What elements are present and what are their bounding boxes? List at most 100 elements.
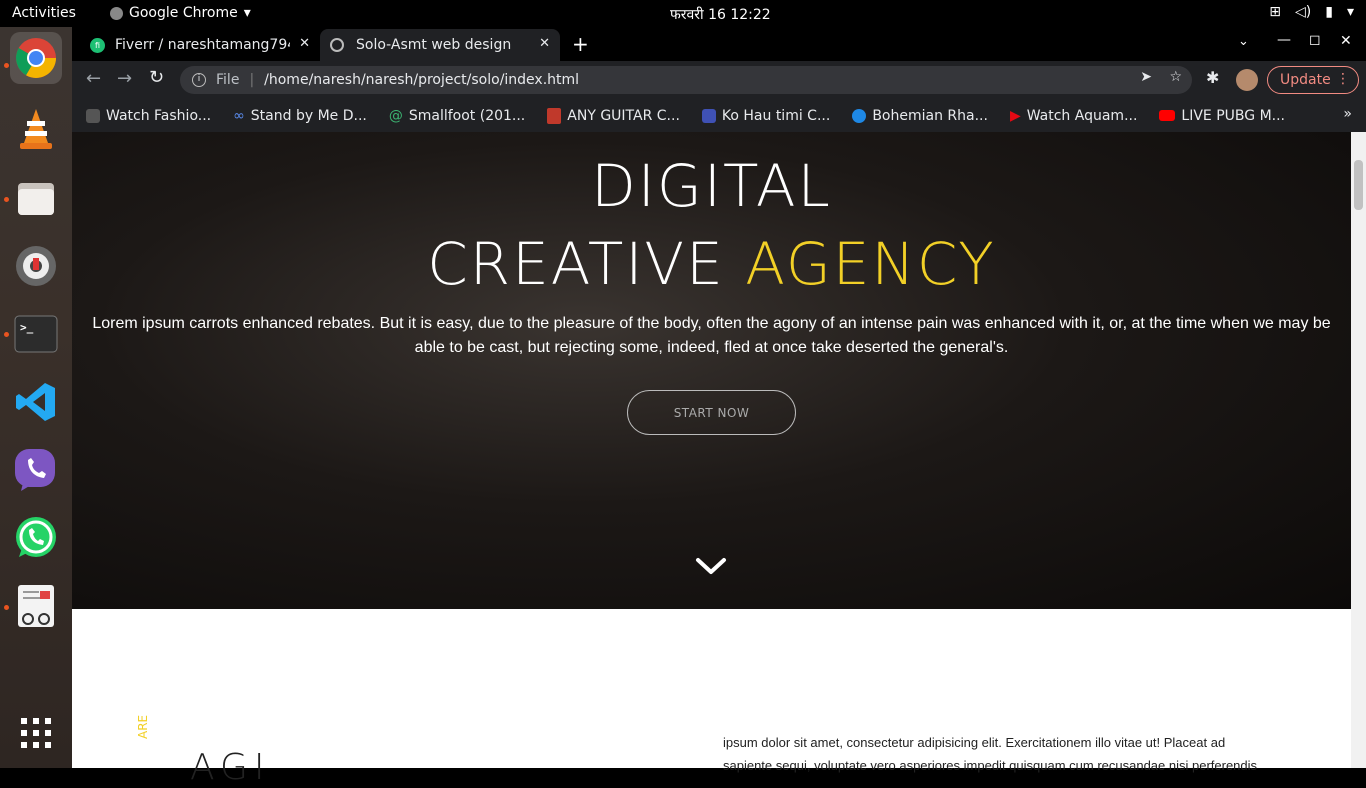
vlc-app-icon[interactable] [10, 103, 62, 155]
chrome-app-icon[interactable] [10, 32, 62, 84]
running-indicator [4, 197, 9, 202]
bookmark-item[interactable]: Ko Hau timi C... [701, 107, 831, 124]
update-button[interactable]: Update ⋮ [1267, 66, 1359, 94]
bookmark-item[interactable]: ∞ Stand by Me D... [233, 108, 367, 124]
viber-app-icon[interactable] [10, 444, 62, 496]
start-now-button[interactable]: START NOW [627, 390, 796, 435]
hero-title-agency: AGENCY [745, 230, 996, 298]
close-tab-icon[interactable]: ✕ [539, 36, 550, 51]
bookmark-favicon-icon [547, 107, 562, 124]
bookmark-item[interactable]: Watch Fashio... [86, 108, 211, 124]
about-section: ARE AGI ipsum dolor sit amet, consectetu… [72, 609, 1351, 788]
address-bar[interactable]: i File | /home/naresh/naresh/project/sol… [180, 66, 1192, 94]
running-indicator [4, 63, 9, 68]
activities-button[interactable]: Activities [12, 5, 76, 21]
send-tab-icon[interactable]: ➤ [1140, 69, 1152, 85]
caret-down-icon: ▾ [243, 5, 251, 21]
system-top-bar: Activities Google Chrome ▾ फरवरी 16 12:2… [0, 0, 1366, 27]
close-window-button[interactable]: ✕ [1340, 33, 1352, 49]
bookmarks-overflow-icon[interactable]: » [1343, 106, 1352, 122]
forward-button[interactable]: → [117, 68, 132, 89]
update-label: Update [1280, 72, 1331, 88]
bookmark-favicon-icon [852, 108, 867, 123]
clock[interactable]: फरवरी 16 12:22 [670, 5, 771, 24]
system-tray[interactable]: ⊞ ◁) ▮ ▾ [1269, 4, 1354, 20]
folder-icon [18, 183, 54, 215]
running-indicator [4, 605, 9, 610]
close-tab-icon[interactable]: ✕ [299, 36, 310, 51]
hero-section: DIGITAL CREATIVE AGENCY Lorem ipsum carr… [72, 132, 1351, 609]
document-glasses-icon [18, 585, 54, 627]
scrollbar-thumb[interactable] [1354, 160, 1363, 210]
chrome-small-icon [110, 6, 123, 20]
bookmark-label: Ko Hau timi C... [721, 107, 831, 124]
minimize-window-button[interactable]: — [1277, 32, 1291, 48]
section-vertical-label: ARE [136, 714, 150, 739]
bookmark-label: Smallfoot (201... [408, 107, 526, 124]
files-app-icon[interactable] [10, 172, 62, 224]
tab-fiverr[interactable]: fi Fiverr / nareshtamang794 ✕ [80, 29, 320, 61]
fiverr-favicon-icon: fi [90, 37, 105, 53]
bookmark-label: Watch Aquam... [1026, 107, 1138, 124]
app-menu-label: Google Chrome [129, 5, 238, 21]
network-icon: ⊞ [1269, 4, 1282, 20]
show-apps-grid-icon[interactable] [10, 707, 62, 759]
bookmark-favicon-icon [701, 108, 716, 123]
whatsapp-app-icon[interactable] [10, 512, 62, 564]
vscode-app-icon[interactable] [10, 376, 62, 428]
caret-down-icon: ▾ [1346, 4, 1354, 20]
section-paragraph: ipsum dolor sit amet, consectetur adipis… [723, 735, 1258, 773]
bookmark-item[interactable]: ANY GUITAR C... [547, 107, 680, 124]
info-icon: i [192, 73, 206, 87]
traffic-cone-icon [20, 109, 52, 149]
bookmark-item[interactable]: ▶ Watch Aquam... [1010, 108, 1137, 124]
lifebuoy-icon [16, 246, 56, 286]
app-menu[interactable]: Google Chrome ▾ [110, 5, 251, 21]
bookmark-label: Stand by Me D... [250, 107, 367, 124]
tab-title: Solo-Asmt web design [356, 37, 512, 53]
tab-search-icon[interactable]: ⌄ [1238, 34, 1249, 49]
tab-solo[interactable]: Solo-Asmt web design ✕ [320, 29, 560, 61]
bookmark-favicon-icon: @ [388, 107, 403, 124]
new-tab-button[interactable]: + [572, 32, 589, 56]
bookmark-item[interactable]: Bohemian Rha... [852, 108, 988, 124]
whatsapp-logo-icon [16, 517, 56, 557]
bookmarks-bar: Watch Fashio... ∞ Stand by Me D... @ Small… [72, 99, 1366, 132]
bookmark-label: LIVE PUBG M... [1181, 107, 1285, 124]
maximize-window-button[interactable]: ◻ [1309, 32, 1321, 48]
page-scrollbar[interactable] [1351, 132, 1366, 768]
bookmark-item[interactable]: LIVE PUBG M... [1159, 108, 1285, 124]
bookmark-favicon-icon: ∞ [233, 107, 245, 124]
running-indicator [4, 332, 9, 337]
bookmark-label: Bohemian Rha... [872, 107, 988, 124]
document-viewer-icon[interactable] [10, 580, 62, 632]
url-scheme: File [216, 72, 240, 88]
more-menu-icon: ⋮ [1336, 71, 1350, 87]
bookmark-star-icon[interactable]: ☆ [1169, 69, 1182, 85]
globe-favicon-icon [330, 38, 344, 52]
chevron-down-icon[interactable] [694, 556, 728, 576]
hero-title-creative: CREATIVE [427, 230, 746, 298]
url-separator: | [249, 72, 255, 88]
battery-icon: ▮ [1325, 4, 1333, 20]
dock: >_ [0, 27, 72, 768]
bookmark-favicon-icon [86, 108, 100, 123]
vscode-logo-icon [16, 383, 55, 421]
youtube-favicon-icon [1159, 110, 1176, 121]
extensions-puzzle-icon[interactable]: ✱ [1206, 68, 1219, 87]
back-button[interactable]: ← [86, 68, 101, 89]
profile-avatar[interactable] [1236, 69, 1258, 91]
terminal-app-icon[interactable]: >_ [10, 308, 62, 360]
bookmark-item[interactable]: @ Smallfoot (201... [389, 108, 525, 124]
tab-title: Fiverr / nareshtamang794 [115, 37, 290, 53]
reload-button[interactable]: ↻ [149, 67, 164, 88]
bookmark-label: Watch Fashio... [106, 107, 212, 124]
bookmark-favicon-icon: ▶ [1009, 107, 1021, 124]
software-updater-icon[interactable] [10, 240, 62, 292]
svg-text:>_: >_ [20, 321, 34, 334]
grid-icon [21, 718, 51, 748]
hero-title-line1: DIGITAL [591, 152, 832, 220]
bookmark-label: ANY GUITAR C... [567, 107, 680, 124]
terminal-icon: >_ [14, 315, 58, 353]
chrome-logo-icon [16, 38, 56, 78]
